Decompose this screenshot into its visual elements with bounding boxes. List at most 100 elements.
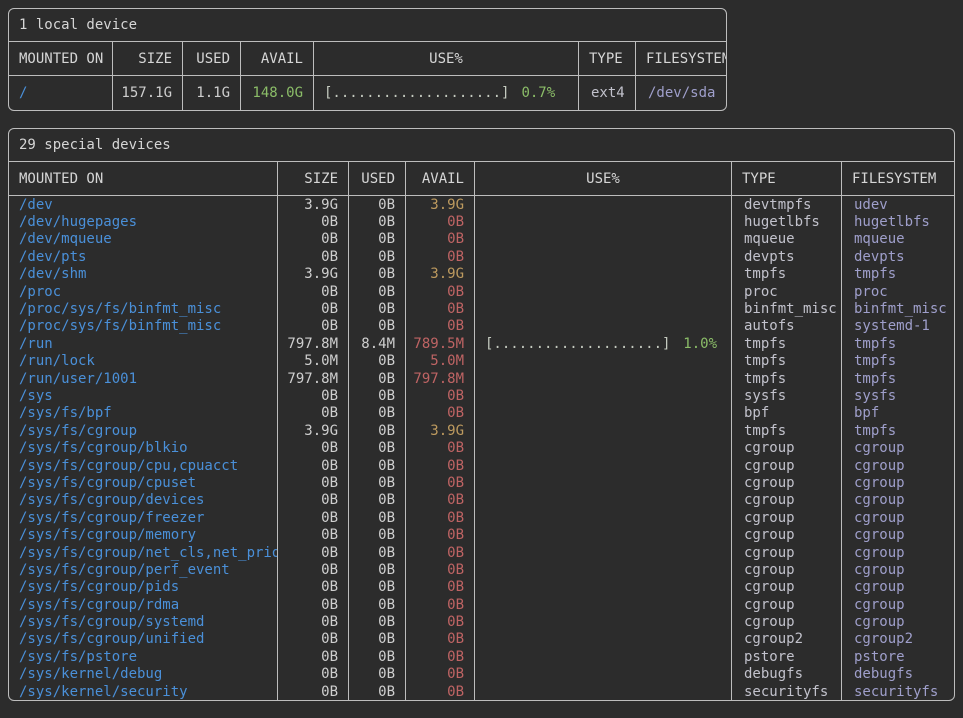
avail-value: 0B: [406, 683, 475, 700]
use-percent-cell: [475, 683, 732, 700]
table-row: /sys/kernel/security0B0B0Bsecurityfssecu…: [9, 683, 954, 700]
avail-value: 0B: [406, 387, 475, 404]
size-value: 0B: [278, 439, 349, 456]
usage-percent: 1.0%: [671, 336, 717, 352]
use-percent-cell: [....................]0.7%: [314, 76, 579, 110]
avail-value: 3.9G: [406, 266, 475, 283]
table-row: /sys/fs/cgroup/rdma0B0B0Bcgroupcgroup: [9, 596, 954, 613]
avail-value: 0B: [406, 561, 475, 578]
fs-type: cgroup: [732, 457, 842, 474]
table-row: /run/user/1001797.8M0B797.8Mtmpfstmpfs: [9, 370, 954, 387]
table-row: /dev/shm3.9G0B3.9Gtmpfstmpfs: [9, 266, 954, 283]
table-row: /proc/sys/fs/binfmt_misc0B0B0Bbinfmt_mis…: [9, 300, 954, 317]
size-value: 797.8M: [278, 370, 349, 387]
table-row: /sys/fs/cgroup/pids0B0B0Bcgroupcgroup: [9, 579, 954, 596]
use-percent-cell: [475, 544, 732, 561]
usage-bar: [....................]: [485, 336, 670, 352]
avail-value: 0B: [406, 509, 475, 526]
filesystem-name: cgroup: [842, 579, 954, 596]
used-value: 1.1G: [183, 76, 241, 110]
size-value: 0B: [278, 300, 349, 317]
used-value: 0B: [349, 579, 406, 596]
use-percent-cell: [....................]1.0%: [475, 335, 732, 352]
fs-type: securityfs: [732, 683, 842, 700]
size-value: 3.9G: [278, 422, 349, 439]
mount-point: /run/lock: [9, 353, 278, 370]
mount-point: /run/user/1001: [9, 370, 278, 387]
mount-point: /run: [9, 335, 278, 352]
fs-type: cgroup: [732, 474, 842, 491]
use-percent-cell: [475, 526, 732, 543]
mount-point: /sys/kernel/debug: [9, 666, 278, 683]
use-percent-cell: [475, 387, 732, 404]
fs-type: hugetlbfs: [732, 213, 842, 230]
used-value: 0B: [349, 387, 406, 404]
mount-point: /dev/mqueue: [9, 231, 278, 248]
table-row: /dev/pts0B0B0Bdevptsdevpts: [9, 248, 954, 265]
table-row: /sys/fs/cgroup/blkio0B0B0Bcgroupcgroup: [9, 439, 954, 456]
column-header-filesystem: FILESYSTEM: [636, 42, 726, 75]
use-percent-cell: [475, 196, 732, 213]
filesystem-name: cgroup: [842, 474, 954, 491]
fs-type: cgroup: [732, 596, 842, 613]
size-value: 0B: [278, 474, 349, 491]
filesystem-name: cgroup: [842, 457, 954, 474]
mount-point: /sys/fs/cgroup/unified: [9, 631, 278, 648]
fs-type: ext4: [579, 76, 636, 110]
used-value: 0B: [349, 266, 406, 283]
filesystem-name: cgroup: [842, 509, 954, 526]
avail-value: 0B: [406, 613, 475, 630]
table-row: /sys/fs/cgroup/unified0B0B0Bcgroup2cgrou…: [9, 631, 954, 648]
fs-type: cgroup: [732, 439, 842, 456]
mount-point: /sys/fs/cgroup/pids: [9, 579, 278, 596]
filesystem-name: cgroup: [842, 613, 954, 630]
special-table-header: MOUNTED ONSIZEUSEDAVAILUSE%TYPEFILESYSTE…: [9, 162, 954, 196]
use-percent-cell: [475, 231, 732, 248]
size-value: 0B: [278, 387, 349, 404]
size-value: 0B: [278, 318, 349, 335]
table-row: /sys/fs/cgroup3.9G0B3.9Gtmpfstmpfs: [9, 422, 954, 439]
used-value: 0B: [349, 526, 406, 543]
use-percent-cell: [475, 353, 732, 370]
use-percent-cell: [475, 213, 732, 230]
used-value: 0B: [349, 666, 406, 683]
avail-value: 3.9G: [406, 196, 475, 213]
fs-type: cgroup: [732, 544, 842, 561]
use-percent-cell: [475, 300, 732, 317]
filesystem-name: tmpfs: [842, 335, 954, 352]
column-header-size: SIZE: [113, 42, 183, 75]
terminal-screen: { "colors": { "background": "#2c2c2c", "…: [0, 8, 963, 718]
size-value: 0B: [278, 579, 349, 596]
used-value: 0B: [349, 213, 406, 230]
fs-type: devpts: [732, 248, 842, 265]
used-value: 0B: [349, 422, 406, 439]
size-value: 0B: [278, 613, 349, 630]
local-table-header: MOUNTED ONSIZEUSEDAVAILUSE%TYPEFILESYSTE…: [9, 42, 726, 76]
size-value: 0B: [278, 666, 349, 683]
column-header-type: TYPE: [732, 162, 842, 195]
size-value: 0B: [278, 526, 349, 543]
fs-type: cgroup2: [732, 631, 842, 648]
fs-type: mqueue: [732, 231, 842, 248]
special-table-body: /dev3.9G0B3.9Gdevtmpfsudev/dev/hugepages…: [9, 196, 954, 700]
column-header-used: USED: [349, 162, 406, 195]
used-value: 0B: [349, 474, 406, 491]
column-header-avail: AVAIL: [241, 42, 314, 75]
use-percent-cell: [475, 613, 732, 630]
special-table-title: 29 special devices: [9, 129, 954, 162]
column-header-type: TYPE: [579, 42, 636, 75]
size-value: 0B: [278, 492, 349, 509]
used-value: 0B: [349, 283, 406, 300]
used-value: 0B: [349, 300, 406, 317]
size-value: 0B: [278, 648, 349, 665]
filesystem-name: cgroup: [842, 526, 954, 543]
filesystem-name: cgroup: [842, 492, 954, 509]
avail-value: 0B: [406, 231, 475, 248]
avail-value: 0B: [406, 666, 475, 683]
avail-value: 0B: [406, 579, 475, 596]
fs-type: cgroup: [732, 579, 842, 596]
filesystem-name: hugetlbfs: [842, 213, 954, 230]
column-header-use-: USE%: [314, 42, 579, 75]
column-header-use-: USE%: [475, 162, 732, 195]
fs-type: bpf: [732, 405, 842, 422]
